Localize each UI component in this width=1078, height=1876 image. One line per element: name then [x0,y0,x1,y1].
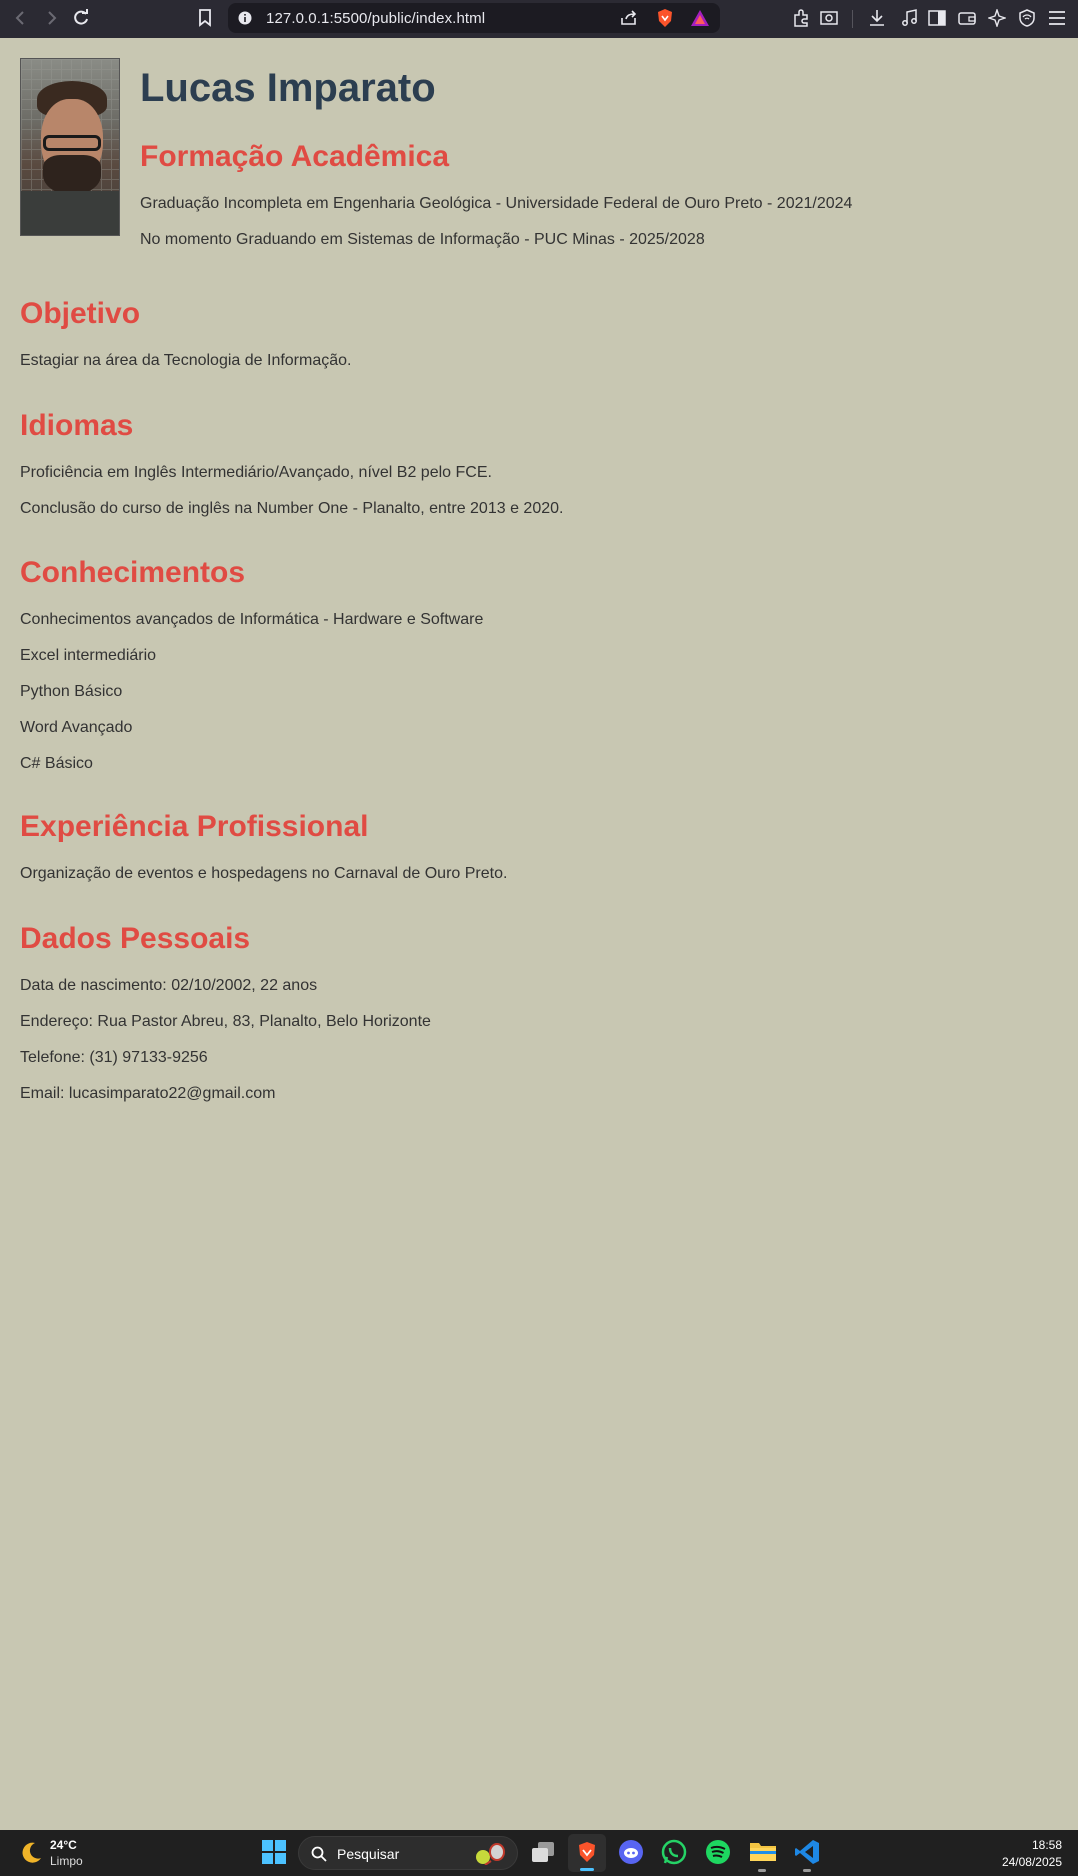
reload-icon [74,9,88,25]
discord-app-icon [619,1840,643,1864]
menu-icon [1049,11,1065,25]
section-dados-pessoais: Dados Pessoais Data de nascimento: 02/10… [20,921,1020,1104]
screenshot-button[interactable] [816,5,842,31]
search-placeholder: Pesquisar [337,1846,400,1862]
whatsapp-app-icon [661,1839,687,1865]
section-experiencia: Experiência Profissional Organização de … [20,809,1020,884]
section-title-dados: Dados Pessoais [20,922,251,955]
section-conhecimentos: Conhecimentos Conhecimentos avançados de… [20,555,1020,774]
browser-toolbar: 127.0.0.1:5500/public/index.html [0,0,1078,38]
taskbar-app-whatsapp[interactable] [661,1839,687,1870]
extensions-button[interactable] [788,5,814,31]
brave-shield-icon[interactable] [656,8,674,28]
dados-item: Data de nascimento: 02/10/2002, 22 anos [20,977,318,994]
taskbar-app-brave[interactable] [568,1834,606,1872]
downloads-button[interactable] [864,5,890,31]
taskbar-app-vscode[interactable] [794,1839,820,1872]
taskbar-app-file-explorer[interactable] [749,1839,777,1872]
profile-photo [20,58,120,236]
download-icon [870,10,884,26]
dados-item: Telefone: (31) 97133-9256 [20,1049,208,1066]
vpn-icon [1019,9,1035,27]
idiomas-item: Conclusão do curso de inglês na Number O… [20,500,564,517]
sidebar-icon [928,10,946,26]
sidebar-button[interactable] [924,5,950,31]
toolbar-divider [852,10,853,28]
section-objetivo: Objetivo Estagiar na área da Tecnologia … [20,296,1020,371]
address-bar[interactable]: 127.0.0.1:5500/public/index.html [228,3,720,33]
taskbar-clock-time[interactable]: 18:58 [1032,1838,1062,1852]
weather-widget[interactable] [18,1840,44,1871]
dados-item: Email: lucasimparato22@gmail.com [20,1085,276,1102]
menu-button[interactable] [1044,5,1070,31]
windows-start-icon [262,1840,286,1864]
search-icon [311,1846,327,1862]
resume-page: Lucas Imparato Formação Acadêmica Gradua… [0,38,1078,1830]
task-view-button[interactable] [530,1840,556,1869]
taskbar-app-discord[interactable] [618,1839,644,1870]
objetivo-item: Estagiar na área da Tecnologia de Inform… [20,352,352,369]
url-text: 127.0.0.1:5500/public/index.html [266,10,486,27]
share-icon[interactable] [620,10,638,26]
start-button[interactable] [262,1840,286,1869]
conhecimentos-item: Python Básico [20,683,123,700]
info-icon[interactable] [238,11,252,25]
formacao-item: No momento Graduando em Sistemas de Info… [140,231,705,248]
reload-button[interactable] [68,5,94,31]
section-title-conhecimentos: Conhecimentos [20,556,246,589]
bookmark-button[interactable] [192,5,218,31]
leo-ai-icon [988,9,1006,27]
formacao-item: Graduação Incompleta em Engenharia Geoló… [140,195,853,212]
dados-item: Endereço: Rua Pastor Abreu, 83, Planalto… [20,1013,431,1030]
taskbar-clock-date[interactable]: 24/08/2025 [1002,1855,1062,1869]
section-title-experiencia: Experiência Profissional [20,810,369,843]
taskbar-search[interactable]: Pesquisar [298,1836,518,1870]
forward-icon [48,11,57,25]
vscode-app-icon [795,1840,819,1864]
brave-rewards-icon[interactable] [690,9,710,27]
header-column: Lucas Imparato Formação Acadêmica Gradua… [140,58,1040,250]
section-title-formacao: Formação Acadêmica [140,140,450,173]
task-view-icon [532,1842,554,1862]
extensions-icon [794,9,808,27]
profile-name: Lucas Imparato [140,66,436,110]
wallet-button[interactable] [954,5,980,31]
brave-app-icon [579,1842,595,1862]
section-idiomas: Idiomas Proficiência em Inglês Intermedi… [20,408,1020,519]
wallet-icon [958,12,976,25]
vpn-button[interactable] [1014,5,1040,31]
weather-moon-icon [22,1842,41,1863]
search-highlight-image [473,1843,509,1866]
forward-button[interactable] [38,5,64,31]
music-icon [902,9,917,26]
back-icon [15,11,24,25]
bookmark-icon [199,9,211,27]
media-button[interactable] [896,5,922,31]
weather-temp: 24°C [50,1838,77,1852]
section-title-idiomas: Idiomas [20,409,134,442]
file-explorer-icon [750,1843,776,1861]
experiencia-item: Organização de eventos e hospedagens no … [20,865,508,882]
leo-ai-button[interactable] [984,5,1010,31]
conhecimentos-item: Word Avançado [20,719,133,736]
screenshot-icon [820,11,838,25]
taskbar-app-spotify[interactable] [705,1839,731,1870]
conhecimentos-item: Conhecimentos avançados de Informática -… [20,611,484,628]
idiomas-item: Proficiência em Inglês Intermediário/Ava… [20,464,492,481]
section-title-objetivo: Objetivo [20,297,141,330]
spotify-app-icon [706,1840,730,1864]
conhecimentos-item: C# Básico [20,755,93,772]
taskbar: 24°C Limpo Pesquisar 18:58 24/08/2025 [0,1830,1078,1876]
weather-desc: Limpo [50,1854,83,1868]
conhecimentos-item: Excel intermediário [20,647,157,664]
back-button[interactable] [8,5,34,31]
